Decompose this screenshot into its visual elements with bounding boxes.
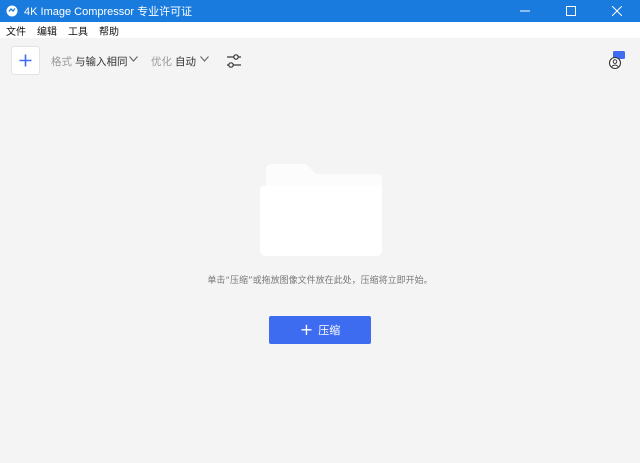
chevron-down-icon[interactable] xyxy=(200,56,209,62)
menu-bar: 文件 编辑 工具 帮助 xyxy=(0,22,640,38)
menu-help[interactable]: 帮助 xyxy=(99,23,119,38)
drop-hint-text: 单击“压缩”或拖放图像文件放在此处，压缩将立即开始。 xyxy=(207,276,433,286)
account-icon[interactable] xyxy=(605,51,627,73)
maximize-button[interactable] xyxy=(548,0,594,22)
close-button[interactable] xyxy=(594,0,640,22)
compress-label: 压缩 xyxy=(318,324,341,337)
drop-zone[interactable]: 单击“压缩”或拖放图像文件放在此处，压缩将立即开始。 + 压缩 xyxy=(0,84,640,463)
maximize-icon xyxy=(566,6,576,16)
menu-edit[interactable]: 编辑 xyxy=(37,23,57,38)
settings-sliders-icon[interactable] xyxy=(226,53,242,69)
close-icon xyxy=(612,6,622,16)
menu-tools[interactable]: 工具 xyxy=(68,23,88,38)
menu-file[interactable]: 文件 xyxy=(6,23,26,38)
minimize-icon xyxy=(520,10,530,12)
app-icon xyxy=(6,5,18,17)
chevron-down-icon[interactable] xyxy=(129,56,138,62)
add-image-button[interactable] xyxy=(11,46,40,75)
title-bar: 4K Image Compressor 专业许可证 xyxy=(0,0,640,22)
toolbar: 格式 与输入相同 优化 自动 xyxy=(0,38,640,84)
optimize-label: 优化 xyxy=(151,56,172,68)
plus-icon xyxy=(19,54,32,67)
compress-button[interactable]: + 压缩 xyxy=(269,316,371,344)
plus-icon: + xyxy=(299,320,314,339)
folder-icon xyxy=(260,164,382,256)
format-select[interactable]: 与输入相同 xyxy=(75,54,128,69)
optimize-select[interactable]: 自动 xyxy=(175,54,196,69)
format-label: 格式 xyxy=(51,56,72,68)
window-title: 4K Image Compressor 专业许可证 xyxy=(24,6,193,18)
minimize-button[interactable] xyxy=(502,0,548,22)
